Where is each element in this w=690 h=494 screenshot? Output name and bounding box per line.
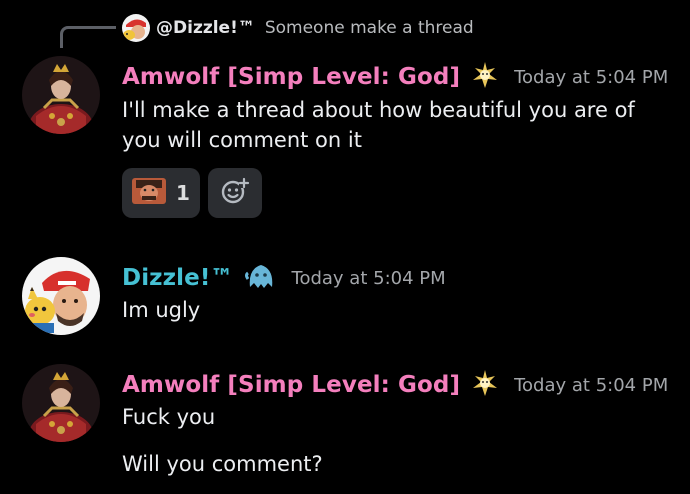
sparkle-creature-icon[interactable] [470,60,500,94]
message-timestamp[interactable]: Today at 5:04 PM [292,268,446,289]
message-timestamp[interactable]: Today at 5:04 PM [514,375,668,396]
face-emoji-icon [132,178,167,208]
author-name[interactable]: Dizzle!™ [122,265,234,291]
reply-avatar[interactable] [122,14,150,42]
add-reaction-smiley-icon [220,176,250,210]
author-name[interactable]: Amwolf [Simp Level: God] [122,372,460,398]
reply-connector [60,26,116,48]
message-timestamp[interactable]: Today at 5:04 PM [514,67,668,88]
message-body: Will you comment? [122,452,323,476]
reaction-count: 1 [176,181,190,205]
reply-author[interactable]: @Dizzle!™ [156,18,255,38]
blue-ghost-icon[interactable] [244,261,278,295]
chat-messages: @Dizzle!™ Someone make a thread Amwolf [… [0,0,690,494]
message-body: Fuck you [122,405,216,429]
author-name[interactable]: Amwolf [Simp Level: God] [122,64,460,90]
amwolf-avatar[interactable] [22,364,100,442]
message-header: Dizzle!™ Today at 5:04 PM [122,261,446,295]
reply-reference[interactable]: @Dizzle!™ Someone make a thread [122,14,474,42]
message-body: I'll make a thread about how beautiful y… [122,98,635,152]
message-body: Im ugly [122,298,201,322]
dizzle-avatar[interactable] [22,257,100,335]
amwolf-avatar[interactable] [22,56,100,134]
sparkle-creature-icon[interactable] [470,368,500,402]
add-reaction-button[interactable] [208,168,262,218]
reply-preview-text[interactable]: Someone make a thread [265,18,474,38]
message-header: Amwolf [Simp Level: God] Today at 5:04 P… [122,60,668,94]
reactions-bar: 1 [122,168,262,218]
reaction-button[interactable]: 1 [122,168,200,218]
message-header: Amwolf [Simp Level: God] Today at 5:04 P… [122,368,668,402]
